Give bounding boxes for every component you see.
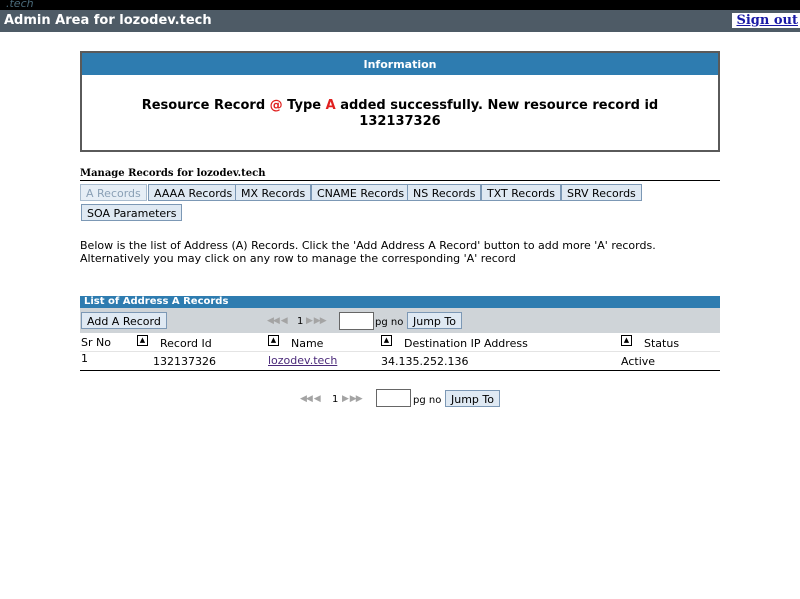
row-destination-ip[interactable]: 34.135.252.136 xyxy=(381,355,468,368)
tab-ns-records[interactable]: NS Records xyxy=(407,184,482,201)
admin-header: Admin Area for lozodev.tech Sign out xyxy=(0,10,800,32)
message-record-id: 132137326 xyxy=(359,114,441,129)
current-page: 1 xyxy=(332,394,339,405)
sort-up-icon[interactable]: ▲ xyxy=(268,335,279,346)
sort-up-icon[interactable]: ▲ xyxy=(381,335,392,346)
tab-aaaa-records[interactable]: AAAA Records xyxy=(148,184,239,201)
message-at-symbol: @ xyxy=(269,98,283,113)
manage-records-title: Manage Records for lozodev.tech xyxy=(80,168,266,179)
success-message: Resource Record @ Type A added successfu… xyxy=(82,98,718,130)
tab-mx-records[interactable]: MX Records xyxy=(235,184,312,201)
records-list-heading: List of Address A Records xyxy=(80,296,720,308)
message-record-type: A xyxy=(325,98,336,113)
column-status: Status xyxy=(644,337,680,350)
records-description: Below is the list of Address (A) Records… xyxy=(80,239,656,265)
tld-label: .tech xyxy=(6,0,34,10)
next-last-page-icons[interactable]: ▶ ▶▶ xyxy=(306,316,327,326)
first-prev-page-icons[interactable]: ◀◀ ◀ xyxy=(267,316,288,326)
column-record-id: Record Id xyxy=(160,337,212,350)
page-number-label: pg no xyxy=(375,317,404,328)
row-record-id[interactable]: 132137326 xyxy=(153,355,216,368)
table-bottom-border xyxy=(80,370,720,371)
manage-divider xyxy=(80,180,720,181)
current-page: 1 xyxy=(297,316,304,327)
add-a-record-button[interactable]: Add A Record xyxy=(81,312,167,329)
sign-out-link[interactable]: Sign out xyxy=(732,13,800,28)
message-prefix: Resource Record xyxy=(141,98,270,113)
tab-txt-records[interactable]: TXT Records xyxy=(481,184,562,201)
information-heading: Information xyxy=(82,53,718,75)
top-strip: .tech xyxy=(0,0,800,10)
message-type-label: Type xyxy=(282,98,326,113)
tab-srv-records[interactable]: SRV Records xyxy=(561,184,642,201)
sort-up-icon[interactable]: ▲ xyxy=(621,335,632,346)
first-prev-page-icons[interactable]: ◀◀ ◀ xyxy=(300,394,321,404)
header-row-divider xyxy=(80,351,720,352)
next-last-page-icons[interactable]: ▶ ▶▶ xyxy=(342,394,363,404)
tab-a-records[interactable]: A Records xyxy=(80,184,147,201)
information-box: Information Resource Record @ Type A add… xyxy=(80,51,720,152)
jump-to-button[interactable]: Jump To xyxy=(407,312,462,329)
page-number-input[interactable] xyxy=(339,312,374,330)
sort-up-icon[interactable]: ▲ xyxy=(137,335,148,346)
column-destination-ip: Destination IP Address xyxy=(404,337,528,350)
column-name: Name xyxy=(291,337,324,350)
page-title: Admin Area for lozodev.tech xyxy=(4,13,212,28)
jump-to-button[interactable]: Jump To xyxy=(445,390,500,407)
page-number-input[interactable] xyxy=(376,389,411,407)
row-name-link[interactable]: lozodev.tech xyxy=(268,354,337,367)
tab-cname-records[interactable]: CNAME Records xyxy=(311,184,411,201)
row-status[interactable]: Active xyxy=(621,355,655,368)
tab-soa-parameters[interactable]: SOA Parameters xyxy=(81,204,183,221)
row-sr-no[interactable]: 1 xyxy=(81,352,88,365)
page-number-label: pg no xyxy=(413,395,442,406)
message-suffix: added successfully. New resource record … xyxy=(335,98,659,113)
column-sr-no: Sr No xyxy=(81,336,111,349)
